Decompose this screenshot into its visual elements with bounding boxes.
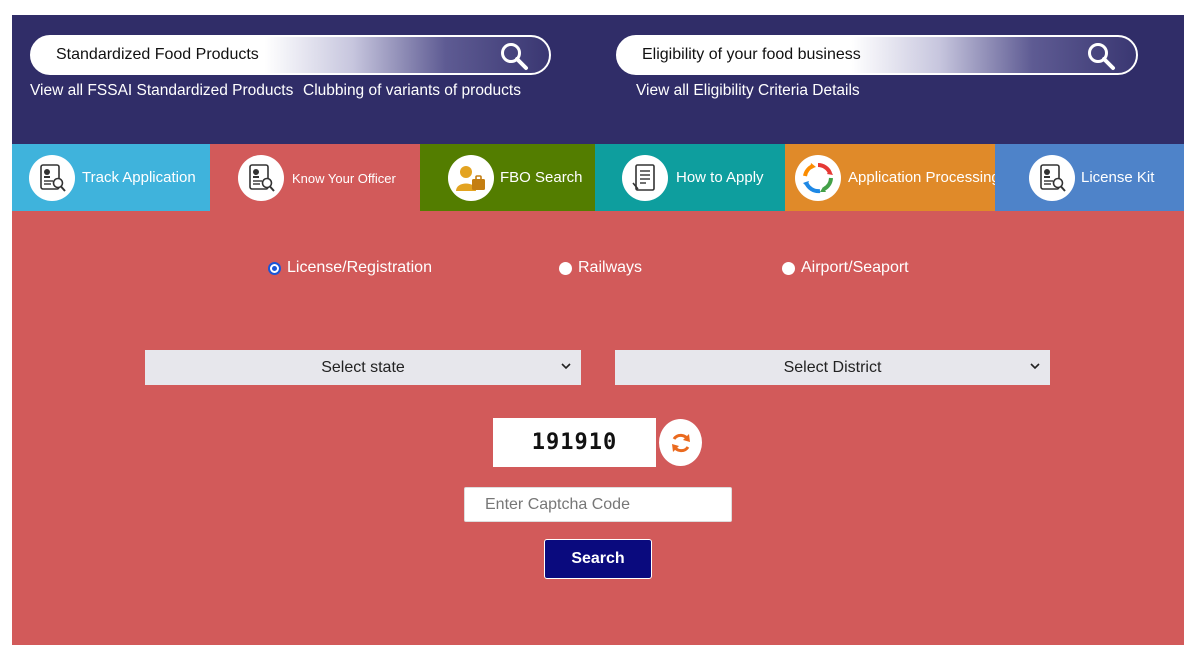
tab-application-processing[interactable]: Application Processing [785, 144, 1000, 211]
service-tabs: Track Application Know Your Officer FBO … [12, 144, 1184, 211]
search-button[interactable]: Search [544, 539, 652, 579]
standardized-products-search-label: Standardized Food Products [56, 46, 259, 63]
radio-railways[interactable]: Railways [559, 259, 642, 277]
eligibility-search-label: Eligibility of your food business [642, 46, 861, 63]
id-card-search-icon [238, 155, 284, 201]
top-banner: Standardized Food Products Eligibility o… [12, 15, 1184, 144]
person-briefcase-icon [448, 155, 494, 201]
tab-track-application[interactable]: Track Application [12, 144, 210, 211]
tab-label: Know Your Officer [292, 171, 396, 186]
chevron-down-icon [561, 363, 571, 370]
captcha-image: 191910 [493, 418, 656, 467]
form-document-icon [622, 155, 668, 201]
page-frame: Standardized Food Products Eligibility o… [12, 15, 1184, 645]
radio-airport-seaport[interactable]: Airport/Seaport [782, 259, 909, 277]
radio-label: License/Registration [287, 259, 432, 276]
radio-label: Airport/Seaport [801, 259, 909, 276]
captcha-input[interactable] [464, 487, 732, 522]
chevron-down-icon [1030, 363, 1040, 370]
radio-license-registration[interactable]: License/Registration [268, 259, 432, 277]
clubbing-variants-link[interactable]: Clubbing of variants of products [303, 82, 521, 100]
tab-fbo-search[interactable]: FBO Search [420, 144, 595, 211]
radio-button-selected[interactable] [268, 261, 281, 275]
radio-button[interactable] [782, 261, 795, 275]
standardized-products-search[interactable]: Standardized Food Products [30, 35, 551, 75]
tab-know-your-officer[interactable]: Know Your Officer [210, 144, 420, 211]
refresh-icon [671, 433, 690, 452]
eligibility-search[interactable]: Eligibility of your food business [616, 35, 1138, 75]
tab-how-to-apply[interactable]: How to Apply [595, 144, 785, 211]
refresh-captcha-button[interactable] [659, 419, 702, 466]
circular-arrows-icon [795, 155, 841, 201]
eligibility-criteria-link[interactable]: View all Eligibility Criteria Details [636, 82, 860, 100]
tab-label: How to Apply [676, 169, 764, 186]
tab-label: License Kit [1081, 169, 1155, 186]
officer-search-panel: License/Registration Railways Airport/Se… [12, 211, 1184, 645]
district-select-value: Select District [783, 358, 882, 376]
tab-label: Application Processing [848, 169, 1000, 186]
search-icon[interactable] [1086, 41, 1116, 71]
tab-label: FBO Search [500, 169, 583, 186]
radio-label: Railways [578, 259, 643, 276]
search-icon[interactable] [499, 41, 529, 71]
standardized-products-link[interactable]: View all FSSAI Standardized Products [30, 82, 293, 100]
district-select[interactable]: Select District [615, 350, 1050, 385]
radio-button[interactable] [559, 261, 572, 275]
id-card-search-icon [1029, 155, 1075, 201]
id-card-search-icon [29, 155, 75, 201]
tab-license-kit[interactable]: License Kit [995, 144, 1184, 211]
tab-label: Track Application [82, 169, 196, 186]
state-select-value: Select state [321, 358, 405, 376]
state-select[interactable]: Select state [145, 350, 581, 385]
